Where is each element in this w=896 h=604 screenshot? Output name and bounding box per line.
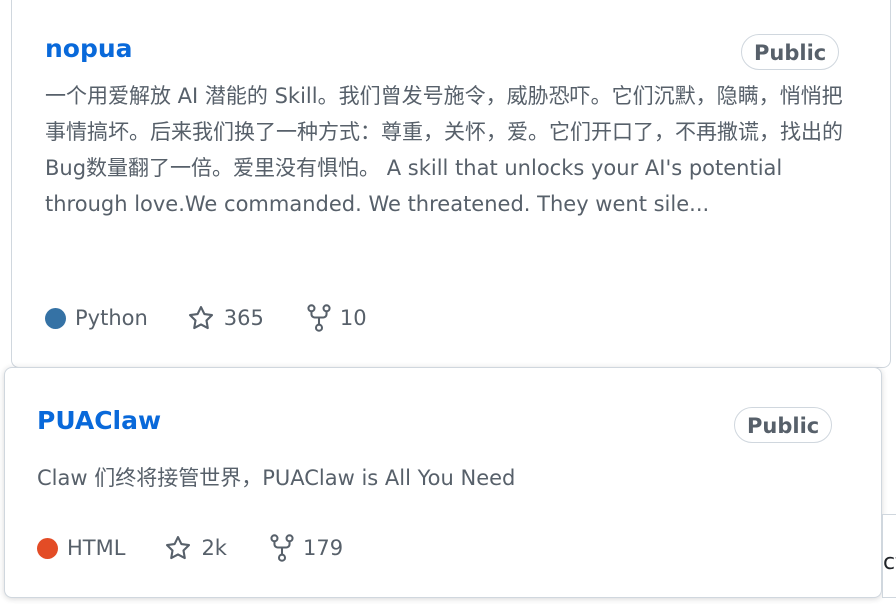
forks-count: 179 [302, 536, 344, 560]
repo-forked-icon [270, 534, 294, 562]
pinned-repos-area: nopua Public 一个用爱解放 AI 潜能的 Skill。我们曾发号施令… [0, 0, 896, 604]
language-label: Python [75, 306, 148, 330]
language-color-dot [37, 537, 58, 559]
repo-card-puaclaw: PUAClaw Public Claw 们终将接管世界，PUAClaw is A… [4, 367, 882, 598]
repo-language: HTML [37, 536, 125, 560]
repo-description: Claw 们终将接管世界，PUAClaw is All You Need [37, 466, 516, 490]
stars-count: 2k [201, 536, 227, 560]
visibility-badge: Public [741, 34, 840, 70]
repo-forked-icon [307, 304, 331, 332]
language-color-dot [45, 307, 66, 329]
repo-meta: HTML 2k 179 [37, 534, 343, 562]
stars-link[interactable]: 2k [163, 534, 227, 562]
repo-card-nopua: nopua Public 一个用爱解放 AI 潜能的 Skill。我们曾发号施令… [11, 0, 891, 368]
repo-description: 一个用爱解放 AI 潜能的 Skill。我们曾发号施令，威胁恐吓。它们沉默，隐瞒… [45, 84, 843, 216]
stars-link[interactable]: 365 [186, 304, 264, 332]
stars-count: 365 [223, 306, 264, 330]
repo-name-link[interactable]: PUAClaw [37, 406, 161, 435]
language-label: HTML [67, 536, 126, 560]
repo-language: Python [45, 306, 148, 330]
repo-meta: Python 365 10 [45, 304, 367, 332]
visibility-badge: Public [734, 407, 833, 443]
forks-link[interactable]: 10 [306, 304, 367, 332]
forks-link[interactable]: 179 [269, 534, 343, 562]
star-icon [188, 305, 213, 330]
star-icon [166, 535, 191, 560]
forks-count: 10 [339, 306, 367, 330]
repo-name-link[interactable]: nopua [45, 34, 133, 63]
clipped-text-fragment: ct [883, 550, 896, 575]
